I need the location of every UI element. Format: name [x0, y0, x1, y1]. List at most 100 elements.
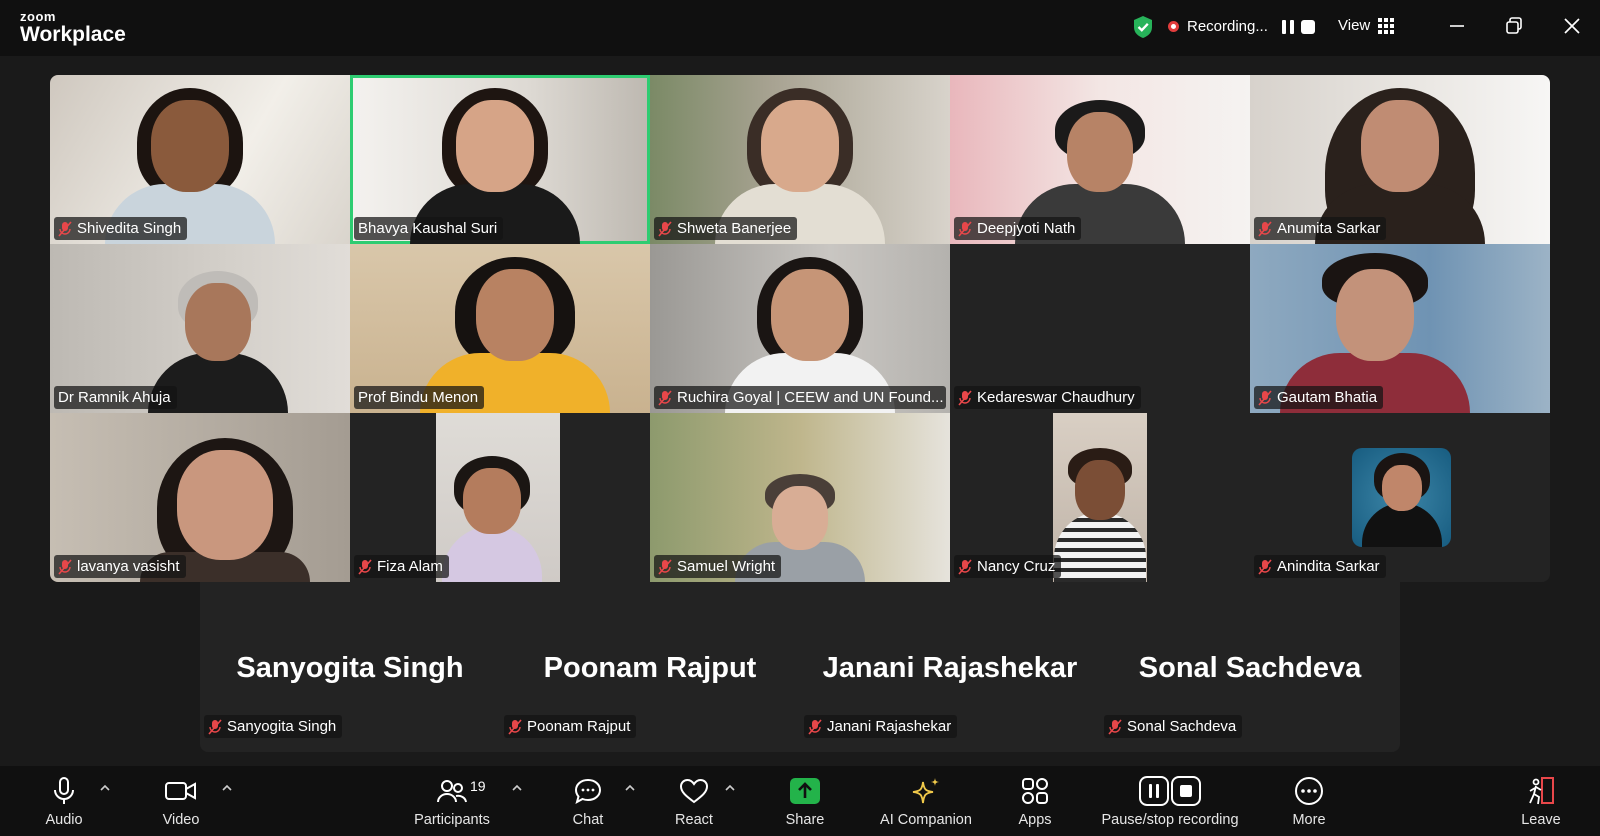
video-tile[interactable]: Gautam Bhatia — [1250, 244, 1550, 413]
react-button[interactable]: React — [668, 766, 720, 836]
video-tile[interactable]: Fiza Alam — [350, 413, 650, 582]
pause-stop-recording-button[interactable]: Pause/stop recording — [1094, 766, 1246, 836]
react-options-chevron-icon[interactable] — [724, 784, 736, 792]
recording-dot-icon — [1168, 21, 1179, 32]
apps-grid-icon — [1022, 778, 1048, 804]
participant-nametag: Anindita Sarkar — [1254, 555, 1386, 578]
share-button[interactable]: Share — [780, 766, 830, 836]
video-tile[interactable]: Prof Bindu Menon — [350, 244, 650, 413]
video-gallery: Shivedita Singh Bhavya Kaushal Suri Shwe… — [50, 75, 1550, 582]
profile-picture — [1352, 448, 1451, 547]
participant-nametag: Samuel Wright — [654, 555, 782, 578]
video-tile[interactable]: Shweta Banerjee — [650, 75, 950, 244]
minimize-icon[interactable] — [1445, 14, 1469, 38]
video-tile-video-off[interactable]: Kedareswar Chaudhury — [950, 244, 1250, 413]
recording-indicator[interactable]: Recording... — [1168, 18, 1316, 35]
participant-name: Sanyogita Singh — [227, 718, 337, 735]
participant-name: Ruchira Goyal | CEEW and UN Found... — [677, 389, 944, 406]
mic-muted-icon — [1258, 389, 1272, 406]
mic-muted-icon — [958, 389, 972, 406]
close-window-icon[interactable] — [1560, 14, 1584, 38]
participant-name: Poonam Rajput — [527, 718, 631, 735]
video-tile[interactable]: Nancy Cruz — [950, 413, 1250, 582]
video-tile[interactable]: Anumita Sarkar — [1250, 75, 1550, 244]
mic-muted-icon — [1258, 220, 1272, 237]
pause-stop-recording-icon — [1139, 776, 1201, 806]
participant-nametag: Dr Ramnik Ahuja — [54, 386, 177, 409]
participant-nametag: Sanyogita Singh — [204, 715, 343, 738]
video-camera-icon — [165, 782, 196, 800]
audio-options-chevron-icon[interactable] — [99, 784, 111, 792]
participant-name: Gautam Bhatia — [1277, 389, 1378, 406]
security-shield-icon[interactable] — [1132, 15, 1154, 39]
participant-name: Sonal Sachdeva — [1127, 718, 1237, 735]
video-tile[interactable]: Dr Ramnik Ahuja — [50, 244, 350, 413]
participants-options-chevron-icon[interactable] — [511, 784, 523, 792]
participant-display-name: Sonal Sachdeva — [1138, 652, 1362, 684]
more-button[interactable]: More — [1284, 766, 1334, 836]
video-button[interactable]: Video — [150, 766, 212, 836]
participant-nametag: Fiza Alam — [354, 555, 449, 578]
participants-icon — [437, 780, 467, 803]
participant-name: Bhavya Kaushal Suri — [358, 220, 498, 237]
name-only-tile[interactable]: Sanyogita Singh Sanyogita Singh — [200, 582, 500, 752]
mic-muted-icon — [1108, 718, 1122, 735]
participant-nametag: Poonam Rajput — [504, 715, 637, 738]
video-tile-profile-picture[interactable]: Anindita Sarkar — [1250, 413, 1550, 582]
audio-button[interactable]: Audio — [36, 766, 92, 836]
ai-companion-button[interactable]: AI Companion — [876, 766, 976, 836]
video-tile[interactable]: lavanya vasisht — [50, 413, 350, 582]
name-only-tile[interactable]: Poonam Rajput Poonam Rajput — [500, 582, 800, 752]
participant-nametag: Anumita Sarkar — [1254, 217, 1387, 240]
leave-label: Leave — [1521, 812, 1561, 828]
participant-nametag: lavanya vasisht — [54, 555, 186, 578]
mic-muted-icon — [58, 558, 72, 575]
participant-name: Deepjyoti Nath — [977, 220, 1076, 237]
participant-nametag: Bhavya Kaushal Suri — [354, 217, 504, 240]
stop-recording-icon[interactable] — [1300, 19, 1316, 35]
participants-button[interactable]: Participants — [404, 766, 500, 836]
participants-label: Participants — [414, 812, 490, 828]
participant-name: Samuel Wright — [677, 558, 776, 575]
chat-button[interactable]: Chat — [566, 766, 610, 836]
mic-muted-icon — [958, 558, 972, 575]
pause-recording-icon[interactable] — [1280, 19, 1296, 35]
chat-options-chevron-icon[interactable] — [624, 784, 636, 792]
ai-sparkle-icon — [912, 778, 939, 804]
leave-button[interactable]: Leave — [1516, 766, 1566, 836]
participant-display-name: Poonam Rajput — [543, 652, 757, 684]
recording-label: Recording... — [1187, 18, 1268, 35]
restore-window-icon[interactable] — [1502, 14, 1526, 38]
participant-name: Anindita Sarkar — [1277, 558, 1380, 575]
video-tile-active-speaker[interactable]: Bhavya Kaushal Suri — [350, 75, 650, 244]
participants-count: 19 — [470, 778, 486, 794]
participant-nametag: Gautam Bhatia — [1254, 386, 1384, 409]
mic-muted-icon — [658, 220, 672, 237]
mic-muted-icon — [358, 558, 372, 575]
app-logo: zoom Workplace — [20, 10, 126, 45]
video-tile[interactable]: Shivedita Singh — [50, 75, 350, 244]
participant-nametag: Janani Rajashekar — [804, 715, 958, 738]
participant-name: Janani Rajashekar — [827, 718, 952, 735]
mic-muted-icon — [58, 220, 72, 237]
participant-name: Dr Ramnik Ahuja — [58, 389, 171, 406]
video-options-chevron-icon[interactable] — [221, 784, 233, 792]
chat-bubble-icon — [574, 778, 602, 805]
more-ellipsis-icon — [1295, 777, 1323, 805]
audio-label: Audio — [45, 812, 83, 828]
view-button[interactable]: View — [1338, 17, 1395, 34]
video-tile[interactable]: Samuel Wright — [650, 413, 950, 582]
apps-button[interactable]: Apps — [1010, 766, 1060, 836]
video-tile[interactable]: Deepjyoti Nath — [950, 75, 1250, 244]
participant-display-name: Janani Rajashekar — [822, 652, 1078, 684]
logo-zoom: zoom — [20, 9, 56, 24]
name-only-tile[interactable]: Janani Rajashekar Janani Rajashekar — [800, 582, 1100, 752]
share-screen-icon — [790, 778, 820, 804]
share-label: Share — [785, 812, 825, 828]
name-only-tile[interactable]: Sonal Sachdeva Sonal Sachdeva — [1100, 582, 1400, 752]
participant-nametag: Nancy Cruz — [954, 555, 1062, 578]
video-tile[interactable]: Ruchira Goyal | CEEW and UN Found... — [650, 244, 950, 413]
participant-name: lavanya vasisht — [77, 558, 180, 575]
microphone-icon — [54, 777, 74, 804]
mic-muted-icon — [658, 558, 672, 575]
